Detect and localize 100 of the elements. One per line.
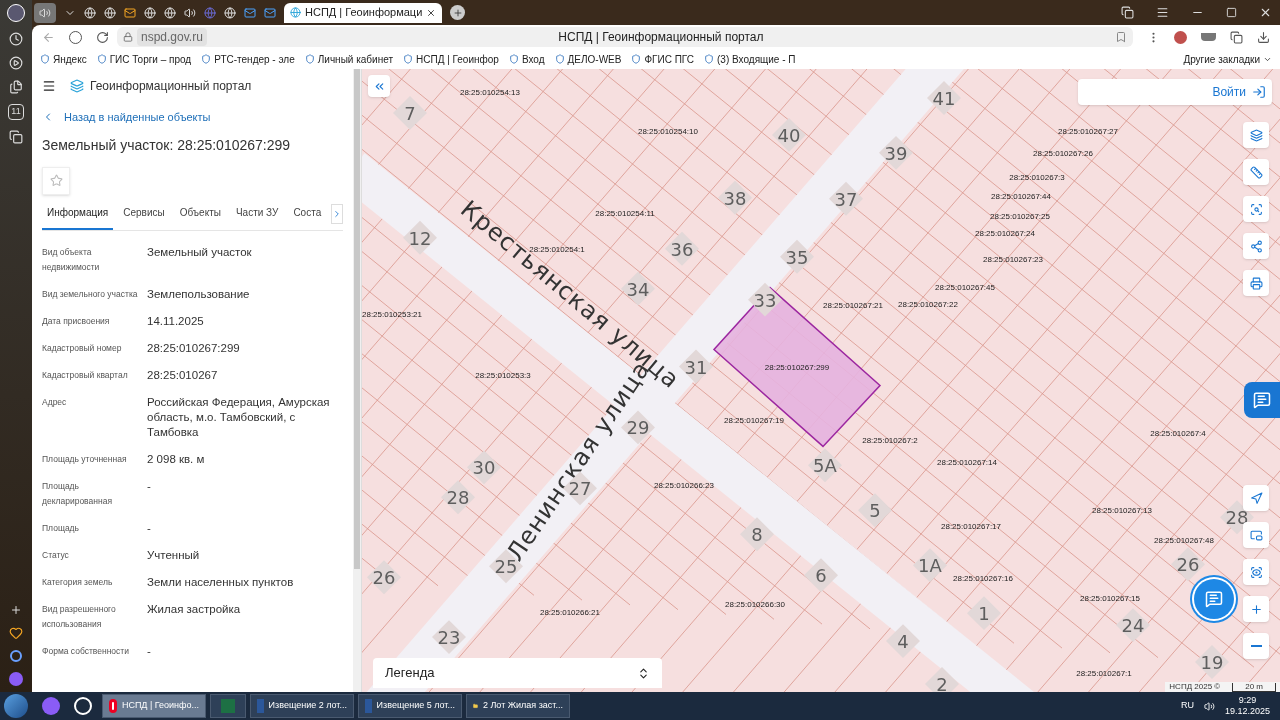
house-number: 19 [1195, 645, 1229, 679]
panel-tab[interactable]: Информация [42, 202, 114, 230]
bookmark-item[interactable]: Яндекс [53, 51, 87, 67]
bookmark-item[interactable]: ФГИС ПГС [644, 51, 694, 67]
url-field[interactable]: nspd.gov.ru [137, 28, 207, 46]
layers-button[interactable] [1243, 122, 1269, 148]
pages-icon[interactable] [9, 80, 23, 94]
house-number: 23 [432, 620, 466, 655]
select-area-button[interactable] [1243, 196, 1269, 222]
reload-icon[interactable] [96, 30, 109, 44]
heart-icon[interactable] [9, 626, 23, 640]
taskbar-item[interactable]: Извещение 2 лот... [250, 694, 354, 718]
login-button[interactable]: Войти [1078, 79, 1272, 105]
attribution: НСПД 2025 © [1169, 681, 1221, 692]
minimap-icon [1249, 528, 1263, 542]
site-icon [403, 54, 413, 64]
taskbar-item[interactable]: 2 Лот Жилая заст... [466, 694, 570, 718]
field-value: 28:25:010267:299 [147, 340, 241, 356]
add-icon[interactable] [10, 604, 22, 616]
bookmark-item[interactable]: (3) Входящие - П [717, 51, 796, 67]
menu-icon[interactable] [42, 79, 56, 93]
zoom-in-button[interactable] [1243, 596, 1269, 622]
bookmark-item[interactable]: РТС-тендер - эле [214, 51, 295, 67]
star-icon [49, 174, 63, 187]
browser-logo-icon[interactable] [7, 4, 25, 22]
sound-button[interactable] [34, 2, 56, 23]
field-value: 2 098 кв. м [147, 451, 206, 467]
sound-icon[interactable] [184, 6, 196, 19]
history-icon[interactable] [9, 32, 23, 46]
tab-title: НСПД | Геоинформаци [305, 5, 423, 21]
play-icon[interactable] [9, 56, 23, 70]
mail-icon[interactable] [244, 6, 256, 19]
house-number: 31 [679, 349, 713, 384]
bookmark-item[interactable]: НСПД | Геоинфор [416, 51, 499, 67]
point-search-button[interactable] [1243, 559, 1269, 585]
taskbar-item[interactable]: НСПД | Геоинфо... [102, 694, 206, 718]
close-icon[interactable] [426, 7, 437, 18]
login-icon [1252, 85, 1266, 99]
tab-count[interactable]: 11 [8, 104, 24, 120]
extension-icon[interactable] [1174, 30, 1187, 44]
bookmark-item[interactable]: ДЕЛО-WEB [567, 51, 622, 67]
zoom-out-button[interactable] [1243, 633, 1269, 659]
assistant-icon[interactable] [42, 697, 60, 715]
house-number: 39 [879, 135, 913, 170]
field-label: Площадь декларированная [42, 479, 113, 508]
panel-tab[interactable]: Сервисы [118, 202, 170, 230]
field-label: Вид объекта недвижимости [42, 245, 101, 274]
back-link[interactable]: Назад в найденные объекты [64, 109, 211, 126]
minus-icon [1250, 645, 1262, 647]
side-panel-button[interactable] [1244, 382, 1280, 418]
house-number: 40 [772, 117, 806, 152]
restore-icon[interactable] [1226, 7, 1237, 18]
panel-tab[interactable]: Соста [288, 202, 327, 230]
chat-button[interactable] [1194, 579, 1234, 619]
mail-icon[interactable] [264, 6, 276, 19]
clock[interactable]: 9:29 19.12.2025 [1224, 695, 1270, 717]
start-button[interactable] [4, 694, 28, 718]
other-bookmarks[interactable]: Другие закладки [1183, 51, 1260, 67]
house-number: 2 [925, 667, 959, 692]
print-button[interactable] [1243, 270, 1269, 296]
ruler-button[interactable] [1243, 159, 1269, 185]
site-icon [201, 54, 212, 64]
field-value: - [147, 520, 152, 536]
lock-icon[interactable] [123, 32, 133, 42]
panel-tab[interactable]: Объекты [174, 202, 226, 230]
house-number: 4 [886, 624, 920, 659]
printer-icon [1249, 276, 1263, 290]
collapse-button[interactable] [368, 75, 390, 97]
site-icon [290, 7, 301, 18]
menu-icon[interactable] [1156, 6, 1169, 19]
bookmark-item[interactable]: Вход [521, 51, 545, 67]
language-indicator[interactable]: RU [1180, 699, 1194, 713]
house-number: 38 [718, 180, 752, 215]
bookmark-item[interactable]: ГИС Торги – прод [109, 51, 192, 67]
share-button[interactable] [1243, 233, 1269, 259]
extension-icon[interactable] [1230, 30, 1243, 44]
app-icon[interactable] [74, 697, 92, 715]
download-icon[interactable] [1257, 30, 1270, 44]
message-icon [1253, 391, 1271, 409]
mail-icon[interactable] [124, 6, 136, 19]
collections-icon[interactable] [9, 129, 23, 144]
tabs-icon[interactable] [1121, 6, 1134, 19]
scrollbar-thumb[interactable] [354, 69, 360, 569]
new-tab-button[interactable] [450, 5, 466, 20]
taskbar-item[interactable]: Извещение 5 лот... [358, 694, 462, 718]
minimap-button[interactable] [1243, 522, 1269, 548]
plus-icon [1249, 602, 1263, 616]
assistant-icon[interactable] [9, 672, 23, 686]
portal-logo-icon[interactable] [70, 79, 84, 93]
field-value: Земельный участок [147, 244, 253, 260]
bookmark-item[interactable]: Личный кабинет [317, 51, 393, 67]
browser-tab[interactable]: НСПД | Геоинформаци [284, 2, 443, 23]
speaker-icon[interactable] [1203, 700, 1215, 712]
locate-button[interactable] [1243, 485, 1269, 511]
taskbar-label: Извещение 5 лот... [376, 699, 455, 713]
panel-tab[interactable]: Части ЗУ [230, 202, 284, 230]
extension-icon[interactable] [1201, 33, 1216, 41]
bookmark-icon[interactable] [1115, 31, 1127, 43]
legend-dropdown[interactable]: Легенда [373, 658, 662, 688]
close-icon[interactable] [1259, 6, 1272, 19]
